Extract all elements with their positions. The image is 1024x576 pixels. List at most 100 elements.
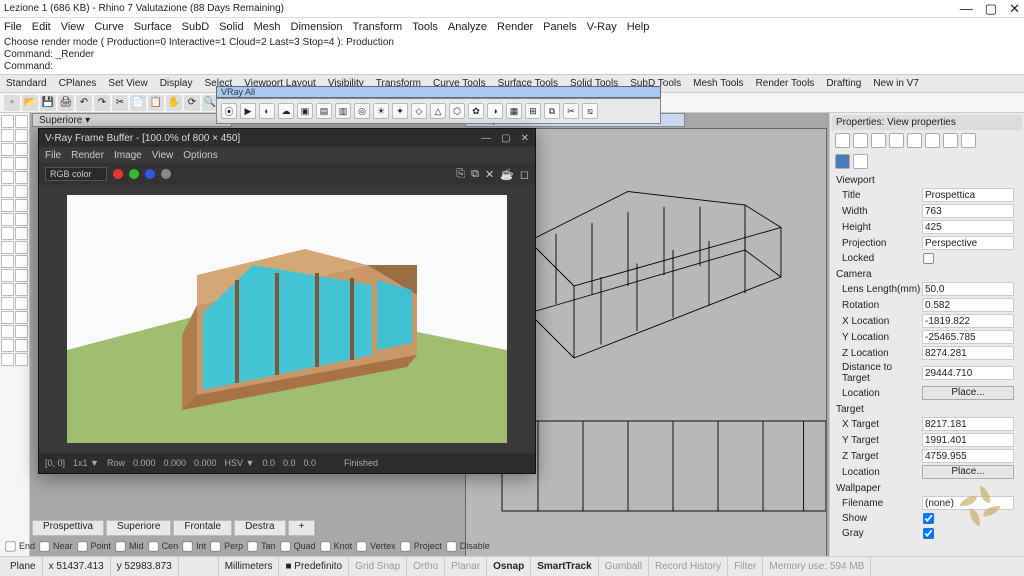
redo-icon[interactable]: ↷ [94, 95, 110, 111]
tool-icon[interactable] [15, 297, 28, 310]
tool-icon[interactable] [1, 255, 14, 268]
vfb-menu-options[interactable]: Options [183, 150, 217, 161]
vfb-render-view[interactable] [39, 185, 535, 453]
vray-icon[interactable]: ⬡ [449, 103, 465, 119]
tool-icon[interactable] [1, 115, 14, 128]
tool-icon[interactable] [15, 241, 28, 254]
tool-icon[interactable] [15, 115, 28, 128]
rotate-icon[interactable]: ⟳ [184, 95, 200, 111]
tool-icon[interactable] [1, 171, 14, 184]
wp-show-check[interactable] [923, 513, 934, 524]
menu-dimension[interactable]: Dimension [291, 21, 343, 33]
vfb-max-icon[interactable]: ▢ [501, 133, 510, 144]
tab-setview[interactable]: Set View [108, 78, 147, 89]
camera-props-icon[interactable] [835, 154, 850, 169]
viewport-tab-superiore[interactable]: Superiore ▾ [32, 113, 232, 127]
tool-icon[interactable] [15, 171, 28, 184]
tool-icon[interactable] [15, 283, 28, 296]
status-plane[interactable]: Plane [4, 557, 43, 576]
tab-display[interactable]: Display [160, 78, 193, 89]
vray-icon[interactable]: ⊞ [525, 103, 541, 119]
tool-icon[interactable] [15, 353, 28, 366]
menu-analyze[interactable]: Analyze [448, 21, 487, 33]
paste-icon[interactable]: 📋 [148, 95, 164, 111]
tool-icon[interactable] [15, 157, 28, 170]
btab-superiore[interactable]: Superiore [106, 520, 171, 536]
vray-icon[interactable]: △ [430, 103, 446, 119]
status-gridsnap[interactable]: Grid Snap [349, 557, 407, 576]
props-tab-icon[interactable] [835, 133, 850, 148]
vfb-render-icon[interactable]: ☕ [500, 168, 514, 181]
cam-x-field[interactable]: -1819.822 [922, 314, 1014, 328]
tool-icon[interactable] [1, 325, 14, 338]
cam-place-button[interactable]: Place... [922, 386, 1014, 400]
status-smarttrack[interactable]: SmartTrack [531, 557, 598, 576]
menu-subd[interactable]: SubD [182, 21, 210, 33]
tab-rendertools[interactable]: Render Tools [756, 78, 815, 89]
props-tab-icon[interactable] [907, 133, 922, 148]
vray-toolbar-title[interactable]: VRay All [216, 86, 661, 98]
vray-icon[interactable]: ✿ [468, 103, 484, 119]
menu-tools[interactable]: Tools [412, 21, 438, 33]
tool-icon[interactable] [15, 255, 28, 268]
osnap-disable[interactable] [446, 541, 456, 551]
tool-icon[interactable] [1, 213, 14, 226]
osnap-near[interactable] [39, 541, 49, 551]
tab-meshtools[interactable]: Mesh Tools [693, 78, 743, 89]
vfb-g-icon[interactable] [129, 169, 139, 179]
cam-dist-field[interactable]: 29444.710 [922, 366, 1014, 380]
menu-solid[interactable]: Solid [219, 21, 243, 33]
osnap-vertex[interactable] [356, 541, 366, 551]
btab-add[interactable]: + [288, 520, 316, 536]
tgt-z-field[interactable]: 4759.955 [922, 449, 1014, 463]
tool-icon[interactable] [1, 129, 14, 142]
new-icon[interactable]: ▫ [4, 95, 20, 111]
save-icon[interactable]: 💾 [40, 95, 56, 111]
props-tab-icon[interactable] [889, 133, 904, 148]
menu-view[interactable]: View [61, 21, 85, 33]
btab-destra[interactable]: Destra [234, 520, 285, 536]
props-tab-icon[interactable] [853, 133, 868, 148]
vray-icon[interactable]: ◎ [354, 103, 370, 119]
tool-icon[interactable] [1, 339, 14, 352]
copy-icon[interactable]: 📄 [130, 95, 146, 111]
vfb-clear-icon[interactable]: ✕ [485, 168, 494, 181]
tool-icon[interactable] [15, 143, 28, 156]
tool-icon[interactable] [15, 339, 28, 352]
tool-icon[interactable] [1, 241, 14, 254]
btab-prospettiva[interactable]: Prospettiva [32, 520, 104, 536]
vray-icon[interactable]: ⧅ [582, 103, 598, 119]
tool-icon[interactable] [1, 199, 14, 212]
props-tab-icon[interactable] [925, 133, 940, 148]
cam-lens-field[interactable]: 50.0 [922, 282, 1014, 296]
tool-icon[interactable] [15, 185, 28, 198]
vfb-b-icon[interactable] [145, 169, 155, 179]
vray-cloud-icon[interactable]: ☁ [278, 103, 294, 119]
command-input[interactable] [56, 61, 356, 72]
minimize-icon[interactable]: — [960, 1, 973, 17]
menu-curve[interactable]: Curve [94, 21, 123, 33]
vfb-close-icon[interactable]: ✕ [521, 133, 529, 144]
vfb-stop-icon[interactable]: ◻ [520, 168, 529, 181]
btab-frontale[interactable]: Frontale [173, 520, 232, 536]
vray-vfb-icon[interactable]: ▣ [297, 103, 313, 119]
vray-icon[interactable]: ⧉ [544, 103, 560, 119]
props-tab-icon[interactable] [961, 133, 976, 148]
menu-file[interactable]: File [4, 21, 22, 33]
vp-height-field[interactable]: 425 [922, 220, 1014, 234]
cut-icon[interactable]: ✂ [112, 95, 128, 111]
vp-width-field[interactable]: 763 [922, 204, 1014, 218]
pan-icon[interactable]: ✋ [166, 95, 182, 111]
menu-vray[interactable]: V-Ray [587, 21, 617, 33]
vray-icon[interactable]: ▥ [335, 103, 351, 119]
osnap-quad[interactable] [280, 541, 290, 551]
vfb-mono-icon[interactable] [161, 169, 171, 179]
tab-standard[interactable]: Standard [6, 78, 47, 89]
tool-icon[interactable] [1, 143, 14, 156]
status-rechistory[interactable]: Record History [649, 557, 728, 576]
close-icon[interactable]: ✕ [1009, 1, 1020, 17]
tgt-place-button[interactable]: Place... [922, 465, 1014, 479]
tool-icon[interactable] [1, 353, 14, 366]
osnap-point[interactable] [77, 541, 87, 551]
osnap-knot[interactable] [320, 541, 330, 551]
